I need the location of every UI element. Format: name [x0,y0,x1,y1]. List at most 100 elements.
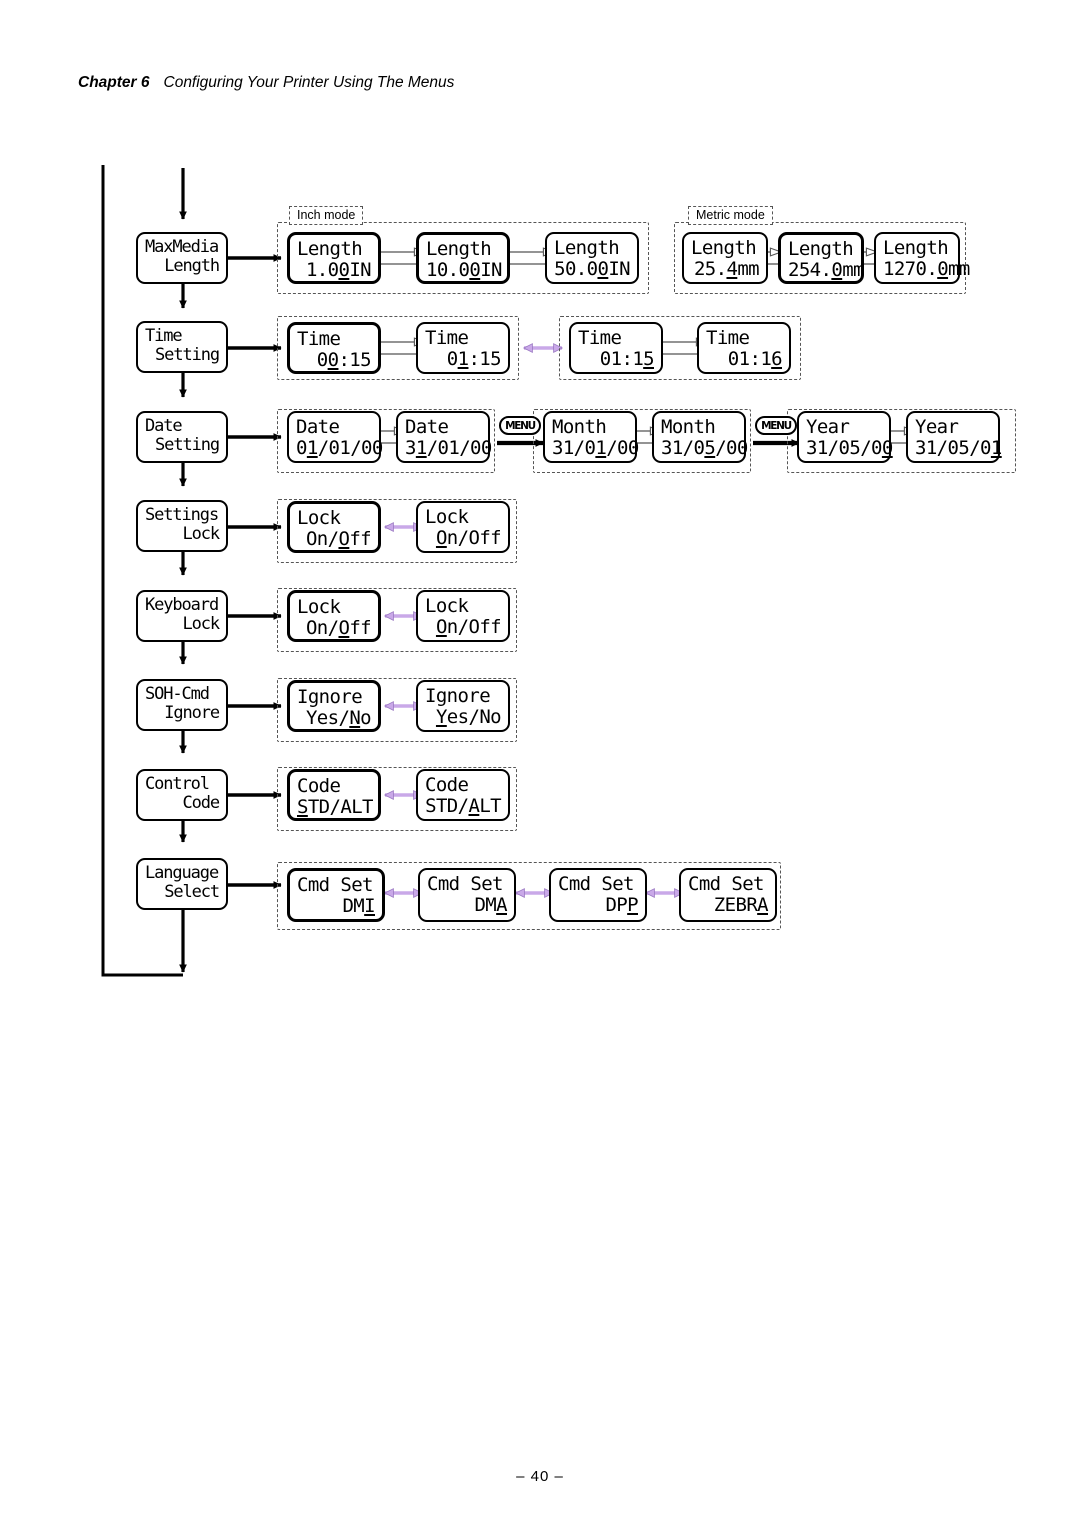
value-node-label: Code [425,774,469,796]
value-node-cmd-set-3[interactable]: Cmd Set DPP [549,868,647,922]
menu-node-language-select[interactable]: Language Select [136,858,228,910]
menu-node-line2: Code [182,793,220,814]
menu-flow-diagram: Inch mode Metric mode MENU MENU MaxMedia… [0,0,1080,1528]
menu-node-soh-cmd-ignore[interactable]: SOH-Cmd Ignore [136,679,228,731]
menu-node-time-setting[interactable]: Time Setting [136,321,228,373]
return-flowline [101,165,183,977]
value-node-date-month-2[interactable]: Month 31/05/00 [652,411,748,463]
value-node-length-metric-1[interactable]: Length 25.4mm [682,232,768,284]
value-node-label: Lock [425,506,469,528]
menu-node-line2: Lock [182,524,220,545]
value-node-label: Length [883,237,949,259]
value-node-label: Time [297,328,341,350]
menu-node-control-code[interactable]: Control Code [136,769,228,821]
value-node-length-metric-2[interactable]: Length 254.0mm [778,232,864,284]
value-node-keyboard-lock-1[interactable]: Lock On/Off [287,590,381,642]
menu-node-line1: Keyboard [145,595,219,615]
menu-button-month-to-year[interactable]: MENU [755,416,797,435]
value-node-value: On/Off [435,616,502,639]
value-node-label: Cmd Set [427,873,503,895]
value-node-length-inch-2[interactable]: Length 10.00IN [416,232,510,284]
group-label-metric-mode: Metric mode [688,206,773,225]
value-node-label: Year [915,416,959,438]
value-node-time-b-1[interactable]: Time 01:15 [569,322,663,374]
value-node-soh-ignore-2[interactable]: Ignore Yes/No [416,680,510,732]
value-node-value: 01/01/00 [296,437,383,460]
value-node-cmd-set-2[interactable]: Cmd Set DMA [418,868,516,922]
value-node-cmd-set-4[interactable]: Cmd Set ZEBRA [679,868,777,922]
value-node-keyboard-lock-2[interactable]: Lock On/Off [416,590,510,642]
value-node-value: 1.00IN [305,259,372,282]
value-node-label: Ignore [425,685,491,707]
group-label-inch-mode: Inch mode [289,206,364,225]
value-node-control-code-2[interactable]: Code STD/ALT [416,769,510,821]
value-node-label: Time [578,327,622,349]
menu-node-keyboard-lock[interactable]: Keyboard Lock [136,590,228,642]
value-node-label: Ignore [297,686,363,708]
menu-node-line2: Setting [155,435,220,456]
value-node-time-b-2[interactable]: Time 01:16 [697,322,791,374]
value-node-value: 25.4mm [693,258,760,281]
value-node-label: Lock [297,596,341,618]
value-node-label: Cmd Set [297,874,373,896]
value-node-soh-ignore-1[interactable]: Ignore Yes/No [287,680,381,732]
value-node-date-day-2[interactable]: Date 31/01/00 [396,411,492,463]
menu-node-line2: Select [164,882,220,903]
page-footer: – 40 – [516,1468,564,1485]
menu-node-date-setting[interactable]: Date Setting [136,411,228,463]
value-node-date-year-2[interactable]: Year 31/05/01 [906,411,1002,463]
value-node-cmd-set-1[interactable]: Cmd Set DMI [287,868,385,922]
value-node-value: DMA [474,894,507,917]
value-node-date-month-1[interactable]: Month 31/01/00 [543,411,639,463]
value-node-value: 01:16 [727,348,783,371]
menu-node-line2: Lock [182,614,220,635]
value-node-value: On/Off [435,527,502,550]
value-node-label: Length [788,238,854,260]
menu-node-max-media-length[interactable]: MaxMedia Length [136,232,228,284]
value-node-value: Yes/No [305,707,372,730]
row-entry-arrows [228,254,282,889]
value-node-label: Length [297,238,363,260]
value-node-label: Date [296,416,340,438]
value-node-value: 254.0mm [788,259,864,282]
value-node-length-inch-3[interactable]: Length 50.00IN [545,232,639,284]
value-node-control-code-1[interactable]: Code STD/ALT [287,769,381,821]
menu-button-date-to-month[interactable]: MENU [499,416,541,435]
value-node-label: Time [706,327,750,349]
value-node-value: STD/ALT [425,795,501,818]
value-node-label: Length [691,237,757,259]
value-node-settings-lock-1[interactable]: Lock On/Off [287,501,381,553]
menu-node-line2: Length [164,256,220,277]
value-node-label: Cmd Set [688,873,764,895]
value-node-label: Date [405,416,449,438]
value-node-value: DPP [605,894,638,917]
value-node-label: Month [552,416,607,438]
value-node-value: 31/01/00 [552,437,639,460]
menu-node-line2: Setting [155,345,220,366]
value-node-value: DMI [342,895,375,918]
value-node-value: 31/05/00 [661,437,748,460]
value-node-date-day-1[interactable]: Date 01/01/00 [287,411,383,463]
value-node-value: 31/05/00 [806,437,893,460]
value-node-value: Yes/No [435,706,502,729]
value-node-value: ZEBRA [713,894,769,917]
menu-node-settings-lock[interactable]: Settings Lock [136,500,228,552]
menu-node-line1: SOH-Cmd [145,684,210,704]
value-node-value: 50.00IN [554,258,630,281]
value-node-label: Year [806,416,850,438]
value-node-time-a-1[interactable]: Time 00:15 [287,322,381,374]
value-node-label: Lock [297,507,341,529]
value-node-value: 10.00IN [426,259,502,282]
menu-node-line1: MaxMedia [145,237,219,257]
value-node-value: 31/05/01 [915,437,1002,460]
value-node-label: Month [661,416,716,438]
value-node-value: On/Off [305,617,372,640]
value-node-label: Code [297,775,341,797]
value-node-length-inch-1[interactable]: Length 1.00IN [287,232,381,284]
value-node-value: 01:15 [446,348,502,371]
value-node-settings-lock-2[interactable]: Lock On/Off [416,501,510,553]
value-node-date-year-1[interactable]: Year 31/05/00 [797,411,893,463]
value-node-length-metric-3[interactable]: Length 1270.0mm [874,232,970,284]
value-node-value: 1270.0mm [883,258,970,281]
value-node-time-a-2[interactable]: Time 01:15 [416,322,510,374]
